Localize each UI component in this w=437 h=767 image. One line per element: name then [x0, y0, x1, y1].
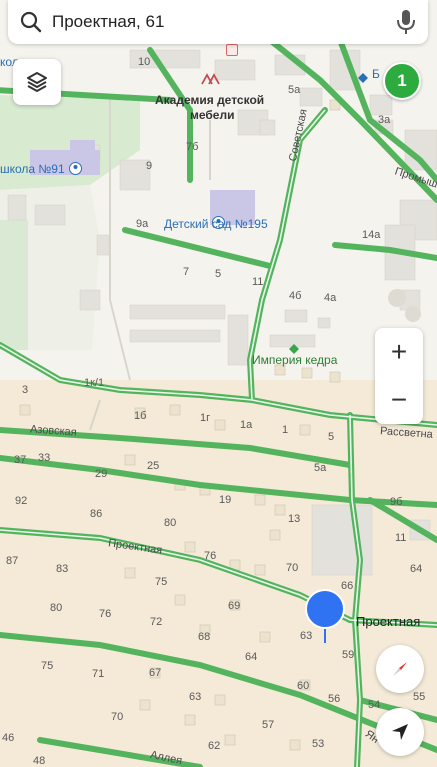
house-number: 11 [395, 532, 407, 544]
house-number: 60 [297, 680, 310, 692]
house-number: 13 [288, 513, 301, 525]
building-icon-academy [201, 72, 223, 85]
search-input[interactable]: Проектная, 61 [52, 12, 164, 32]
house-number: 11 [252, 276, 264, 288]
house-number: 83 [56, 563, 69, 575]
house-number: 9 [146, 160, 153, 172]
house-number: 69 [228, 600, 241, 612]
zoom-in-button[interactable]: + [375, 328, 423, 376]
house-number: 68 [198, 631, 211, 643]
poi-label-top-right: Б [372, 67, 380, 81]
microphone-icon[interactable] [396, 9, 416, 35]
house-number: 55 [413, 691, 426, 703]
house-number: 1к/1 [84, 377, 105, 389]
house-number: 5 [215, 268, 222, 280]
house-number: 72 [150, 616, 163, 628]
compass-icon [393, 662, 407, 676]
navigation-arrow-icon [392, 724, 408, 740]
house-number: 1б [134, 410, 147, 422]
house-number: 80 [164, 517, 177, 529]
house-number: 87 [6, 555, 19, 567]
poi-label-school[interactable]: школа №91 [0, 163, 65, 175]
house-number: 4а [324, 292, 337, 304]
sports-field [0, 220, 28, 350]
house-number: 64 [410, 563, 423, 575]
zoom-out-button[interactable]: − [375, 376, 423, 424]
poi-label-academy-line1[interactable]: Академия детской [155, 94, 264, 106]
house-number: 5а [288, 84, 301, 96]
house-number: 9б [390, 496, 403, 508]
street-label-proektnaya-right: Проектная [356, 614, 421, 629]
shop-icon [289, 341, 299, 354]
house-number: 76 [99, 608, 112, 620]
house-number: 75 [155, 576, 168, 588]
house-number: 86 [90, 508, 103, 520]
school-icon [69, 162, 82, 175]
locate-me-button[interactable] [376, 708, 424, 756]
house-number: 5а [314, 462, 327, 474]
house-number: 80 [50, 602, 63, 614]
house-number: 1 [282, 424, 289, 436]
house-number: 10 [138, 56, 151, 68]
house-number: 25 [147, 460, 160, 472]
house-number: 54 [368, 699, 381, 711]
house-number: 67 [149, 667, 162, 679]
search-bar[interactable]: Проектная, 61 [8, 0, 428, 44]
layers-button[interactable] [13, 59, 61, 105]
house-number: 29 [95, 468, 108, 480]
house-number: 14а [362, 229, 381, 241]
poi-label-academy-line2[interactable]: мебели [190, 109, 234, 121]
house-number: 70 [111, 711, 124, 723]
house-number: 9а [136, 218, 149, 230]
house-number: 3а [378, 114, 391, 126]
house-number: 19 [219, 494, 232, 506]
house-number: 33 [38, 452, 51, 464]
house-number: 3 [22, 384, 29, 396]
house-number: 64 [245, 651, 258, 663]
house-number: 59 [342, 649, 355, 661]
house-number: 62 [208, 740, 221, 752]
house-number: 7б [186, 141, 199, 153]
house-number: 57 [262, 719, 275, 731]
results-count-badge[interactable]: 1 [383, 62, 421, 100]
poi-label-kindergarten[interactable]: Детский сад №195 [164, 218, 268, 230]
search-icon[interactable] [20, 11, 42, 33]
house-number: 46 [2, 732, 15, 744]
house-number: 56 [328, 693, 341, 705]
house-number: 53 [312, 738, 325, 750]
house-number: 1а [240, 419, 253, 431]
poi-label-cedar-empire[interactable]: Империя кедра [252, 354, 337, 366]
house-number: 70 [286, 562, 299, 574]
house-number: 4б [289, 290, 302, 302]
compass-button[interactable] [376, 645, 424, 693]
house-number: 37 [14, 454, 27, 466]
hospital-icon [226, 44, 238, 56]
house-number: 76 [204, 550, 217, 562]
house-number: 1г [200, 412, 211, 424]
layers-icon [27, 72, 47, 92]
house-number: 5 [328, 431, 335, 443]
house-number: 63 [189, 691, 202, 703]
house-number: 7 [183, 266, 190, 278]
house-number: 92 [15, 495, 28, 507]
house-number: 71 [92, 668, 105, 680]
house-number: 75 [41, 660, 54, 672]
diamond-icon [358, 70, 368, 83]
zoom-controls: + − [375, 328, 423, 424]
location-pin-icon[interactable] [303, 589, 347, 645]
house-number: 48 [33, 755, 46, 767]
